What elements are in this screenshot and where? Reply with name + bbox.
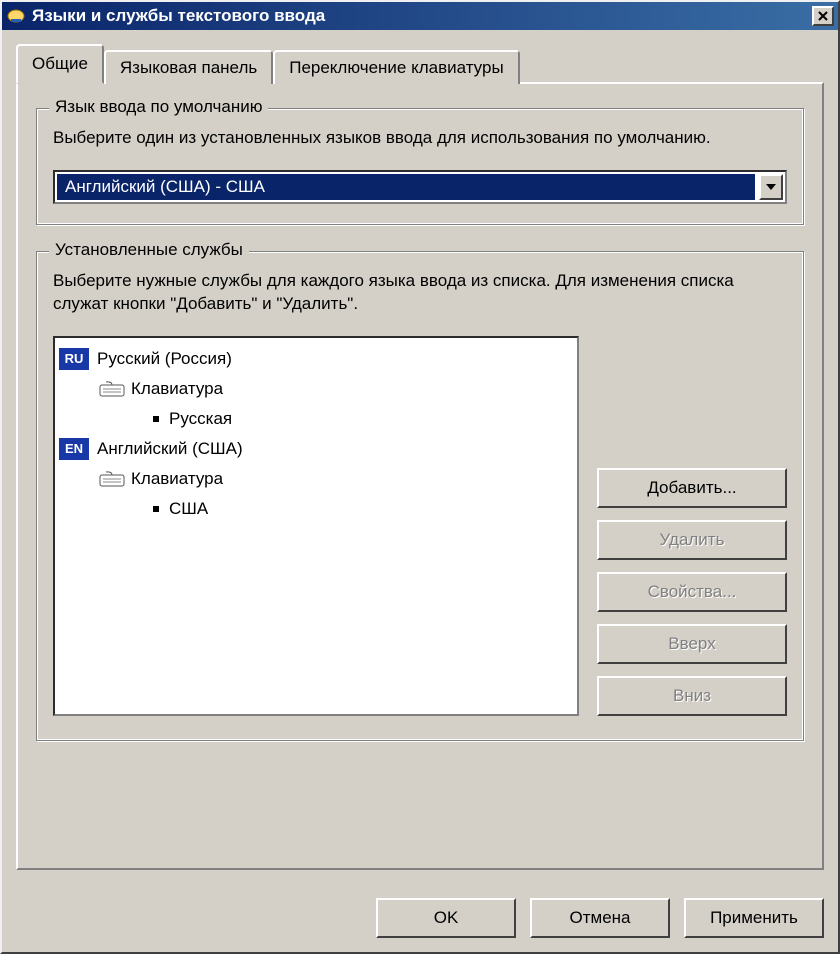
keyboard-icon (99, 381, 125, 397)
app-icon (6, 7, 26, 25)
group-installed-services-title: Установленные службы (49, 240, 249, 260)
apply-button[interactable]: Применить (684, 898, 824, 938)
close-button[interactable] (812, 6, 834, 26)
group-default-language: Язык ввода по умолчанию Выберите один из… (36, 108, 804, 225)
layout-name: Русская (169, 409, 232, 429)
kb-label: Клавиатура (131, 379, 223, 399)
move-down-button[interactable]: Вниз (597, 676, 787, 716)
tree-kb-row[interactable]: Клавиатура (59, 374, 573, 404)
lang-badge-en: EN (59, 438, 89, 460)
combo-dropdown-button[interactable] (759, 174, 783, 200)
services-body: RU Русский (Россия) Клавиатура (53, 336, 787, 716)
add-button[interactable]: Добавить... (597, 468, 787, 508)
service-buttons: Добавить... Удалить Свойства... Вверх Вн… (597, 336, 787, 716)
group-installed-services: Установленные службы Выберите нужные слу… (36, 251, 804, 741)
ok-button[interactable]: OK (376, 898, 516, 938)
chevron-down-icon (766, 184, 776, 190)
tab-switch[interactable]: Переключение клавиатуры (273, 50, 519, 84)
tab-panel-general: Язык ввода по умолчанию Выберите один из… (16, 82, 824, 870)
tab-strip: Общие Языковая панель Переключение клави… (16, 44, 824, 84)
keyboard-icon (99, 471, 125, 487)
properties-button[interactable]: Свойства... (597, 572, 787, 612)
title-bar: Языки и службы текстового ввода (2, 2, 838, 30)
group-default-language-title: Язык ввода по умолчанию (49, 97, 268, 117)
lang-name: Английский (США) (97, 439, 243, 459)
default-language-combo[interactable]: Английский (США) - США (53, 170, 787, 204)
default-language-description: Выберите один из установленных языков вв… (53, 127, 787, 150)
installed-services-description: Выберите нужные службы для каждого языка… (53, 270, 787, 316)
client-area: Общие Языковая панель Переключение клави… (2, 30, 838, 884)
tab-general[interactable]: Общие (16, 44, 104, 84)
tree-lang-row[interactable]: RU Русский (Россия) (59, 344, 573, 374)
dialog-window: Языки и службы текстового ввода Общие Яз… (0, 0, 840, 954)
layout-name: США (169, 499, 208, 519)
cancel-button[interactable]: Отмена (530, 898, 670, 938)
lang-name: Русский (Россия) (97, 349, 232, 369)
dialog-footer: OK Отмена Применить (2, 884, 838, 952)
lang-badge-ru: RU (59, 348, 89, 370)
bullet-icon (153, 416, 159, 422)
remove-button[interactable]: Удалить (597, 520, 787, 560)
tree-layout-row[interactable]: США (59, 494, 573, 524)
tab-langbar[interactable]: Языковая панель (104, 50, 273, 84)
tree-kb-row[interactable]: Клавиатура (59, 464, 573, 494)
kb-label: Клавиатура (131, 469, 223, 489)
default-language-value: Английский (США) - США (57, 174, 755, 200)
tree-layout-row[interactable]: Русская (59, 404, 573, 434)
bullet-icon (153, 506, 159, 512)
window-title: Языки и службы текстового ввода (32, 6, 812, 26)
tree-lang-row[interactable]: EN Английский (США) (59, 434, 573, 464)
language-tree[interactable]: RU Русский (Россия) Клавиатура (53, 336, 579, 716)
move-up-button[interactable]: Вверх (597, 624, 787, 664)
